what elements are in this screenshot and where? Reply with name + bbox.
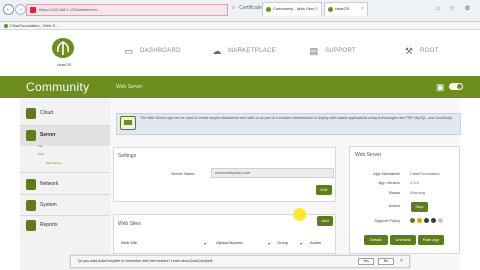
divider: [20, 172, 110, 173]
stop-button[interactable]: Stop: [411, 202, 428, 212]
websites-title: Web Sites: [118, 221, 141, 227]
toggle-switch[interactable]: [449, 83, 463, 90]
sidebar-item-network[interactable]: Network: [20, 175, 110, 195]
favorites-bar: ClearFoundation - Web S...: [0, 22, 480, 30]
settings-title: Settings: [118, 153, 137, 159]
add-button[interactable]: Add: [317, 216, 333, 226]
inbox-icon: ▤: [309, 46, 319, 56]
sidebar-sub-file[interactable]: File: [38, 144, 43, 148]
favorite-link[interactable]: ClearFoundation - Web S...: [10, 23, 58, 28]
support-policy-dot: [410, 218, 415, 223]
monitor-icon: ▭: [124, 46, 134, 56]
support-policy-dot: [431, 218, 436, 223]
favicon-icon: [266, 7, 271, 12]
nav-label: MARKETPLACE: [228, 48, 276, 54]
system-icon: [26, 200, 36, 211]
rate-app-button[interactable]: Rate App: [418, 235, 444, 245]
tab-clearos[interactable]: clearOS ×: [324, 2, 368, 16]
cloud-icon: ☁: [212, 46, 222, 56]
app-maintainer-value: ClearFoundation: [410, 171, 440, 176]
back-arrow-icon: ←: [5, 6, 12, 12]
book-icon[interactable]: ▣: [436, 82, 445, 92]
nav-support[interactable]: ▤ SUPPORT: [310, 46, 356, 56]
cursor-highlight: [293, 208, 306, 221]
uninstall-button[interactable]: Uninstall: [390, 235, 416, 245]
clearos-logo-icon[interactable]: [50, 36, 76, 60]
community-title: Community: [26, 80, 90, 94]
edit-button[interactable]: Edit: [316, 185, 332, 195]
sidebar-item-server[interactable]: Server: [20, 126, 110, 146]
nav-label: DASHBOARD: [140, 48, 181, 54]
sidebar-sub-web-server[interactable]: Web Server: [46, 161, 62, 165]
app-version-label: App Version: [378, 180, 400, 185]
sidebar-item-label: Server: [40, 132, 56, 138]
tab-close-icon[interactable]: ×: [315, 3, 318, 15]
status-value: Running: [410, 190, 425, 195]
column-header-web-site[interactable]: Web Site: [121, 240, 137, 245]
divider: [20, 194, 110, 195]
app-maintainer-label: App Maintainer: [373, 171, 400, 176]
details-button[interactable]: Details: [364, 235, 388, 245]
wrench-icon: ⚒: [404, 46, 414, 56]
address-bar[interactable]: https://192.168.1.103/webserver/...: [26, 4, 228, 16]
certificate-error-icon[interactable]: [30, 7, 36, 13]
support-policy-dot: [438, 218, 443, 223]
close-icon[interactable]: ×: [400, 258, 403, 264]
support-policy-dot: [424, 218, 429, 223]
page-title: Web Server: [116, 84, 143, 90]
sidebar-item-system[interactable]: System: [20, 196, 110, 216]
logo-text: clearOS: [56, 62, 72, 67]
sidebar-item-reports[interactable]: Reports: [20, 216, 110, 236]
server-name-label: Server Name: [171, 171, 195, 176]
notification-text: Do you want AutoComplete to remember web…: [78, 259, 213, 263]
sort-icon[interactable]: ▾: [300, 241, 302, 246]
server-icon: [26, 130, 36, 141]
forward-arrow-icon: →: [17, 6, 24, 12]
forward-button[interactable]: →: [15, 4, 26, 15]
info-text: The Web Server app can be used to create…: [140, 116, 454, 120]
support-policy-label: Support Policy: [374, 218, 400, 223]
yes-button[interactable]: Yes: [358, 258, 374, 265]
tab-label: Community - Web Serv...: [273, 6, 318, 11]
tab-web-server[interactable]: Community - Web Serv... ×: [262, 2, 322, 16]
sort-icon[interactable]: ▾: [268, 241, 270, 246]
network-icon: [26, 179, 36, 190]
url-text: https://192.168.1.103/webserver/...: [39, 7, 101, 12]
toggle-knob: [457, 84, 462, 89]
action-label: Action: [388, 203, 400, 208]
column-header-upload-access[interactable]: Upload Access: [216, 240, 242, 245]
nav-root[interactable]: ⚒ ROOT: [405, 46, 439, 56]
sidebar-sub-web[interactable]: Web: [38, 152, 44, 156]
sidebar-item-label: System: [40, 202, 57, 208]
sidebar-item-label: Cloud: [40, 110, 54, 116]
status-label: Status: [388, 190, 400, 195]
tab-label: clearOS: [335, 6, 350, 11]
server-name-field[interactable]: community.test.com: [211, 168, 334, 178]
app-info-title: Web Server: [355, 152, 382, 158]
sidebar-item-label: Reports: [40, 222, 58, 228]
back-button[interactable]: ←: [3, 4, 14, 15]
nav-dashboard[interactable]: ▭ DASHBOARD: [125, 46, 181, 56]
tab-close-icon[interactable]: ×: [361, 3, 364, 15]
nav-label: ROOT: [420, 48, 439, 54]
sidebar-item-label: Network: [40, 181, 59, 187]
favorite-icon: [4, 23, 8, 28]
nav-label: SUPPORT: [325, 48, 356, 54]
cloud-icon: [26, 108, 36, 119]
column-header-action: Action: [310, 240, 322, 245]
web-server-app-icon: [120, 116, 136, 130]
nav-marketplace[interactable]: ☁ MARKETPLACE: [212, 46, 276, 56]
browser-icons[interactable]: ⌂ ☆ ⚙: [436, 5, 474, 12]
app-version-value: 2.5.0: [410, 180, 419, 185]
sidebar-item-cloud[interactable]: Cloud: [20, 104, 110, 124]
support-policy-dot: [417, 218, 422, 223]
favicon-icon: [328, 7, 333, 12]
reports-icon: [26, 220, 36, 231]
sort-icon[interactable]: ▾: [204, 241, 206, 246]
no-button[interactable]: No: [378, 258, 394, 265]
column-header-group[interactable]: Group: [277, 240, 288, 245]
